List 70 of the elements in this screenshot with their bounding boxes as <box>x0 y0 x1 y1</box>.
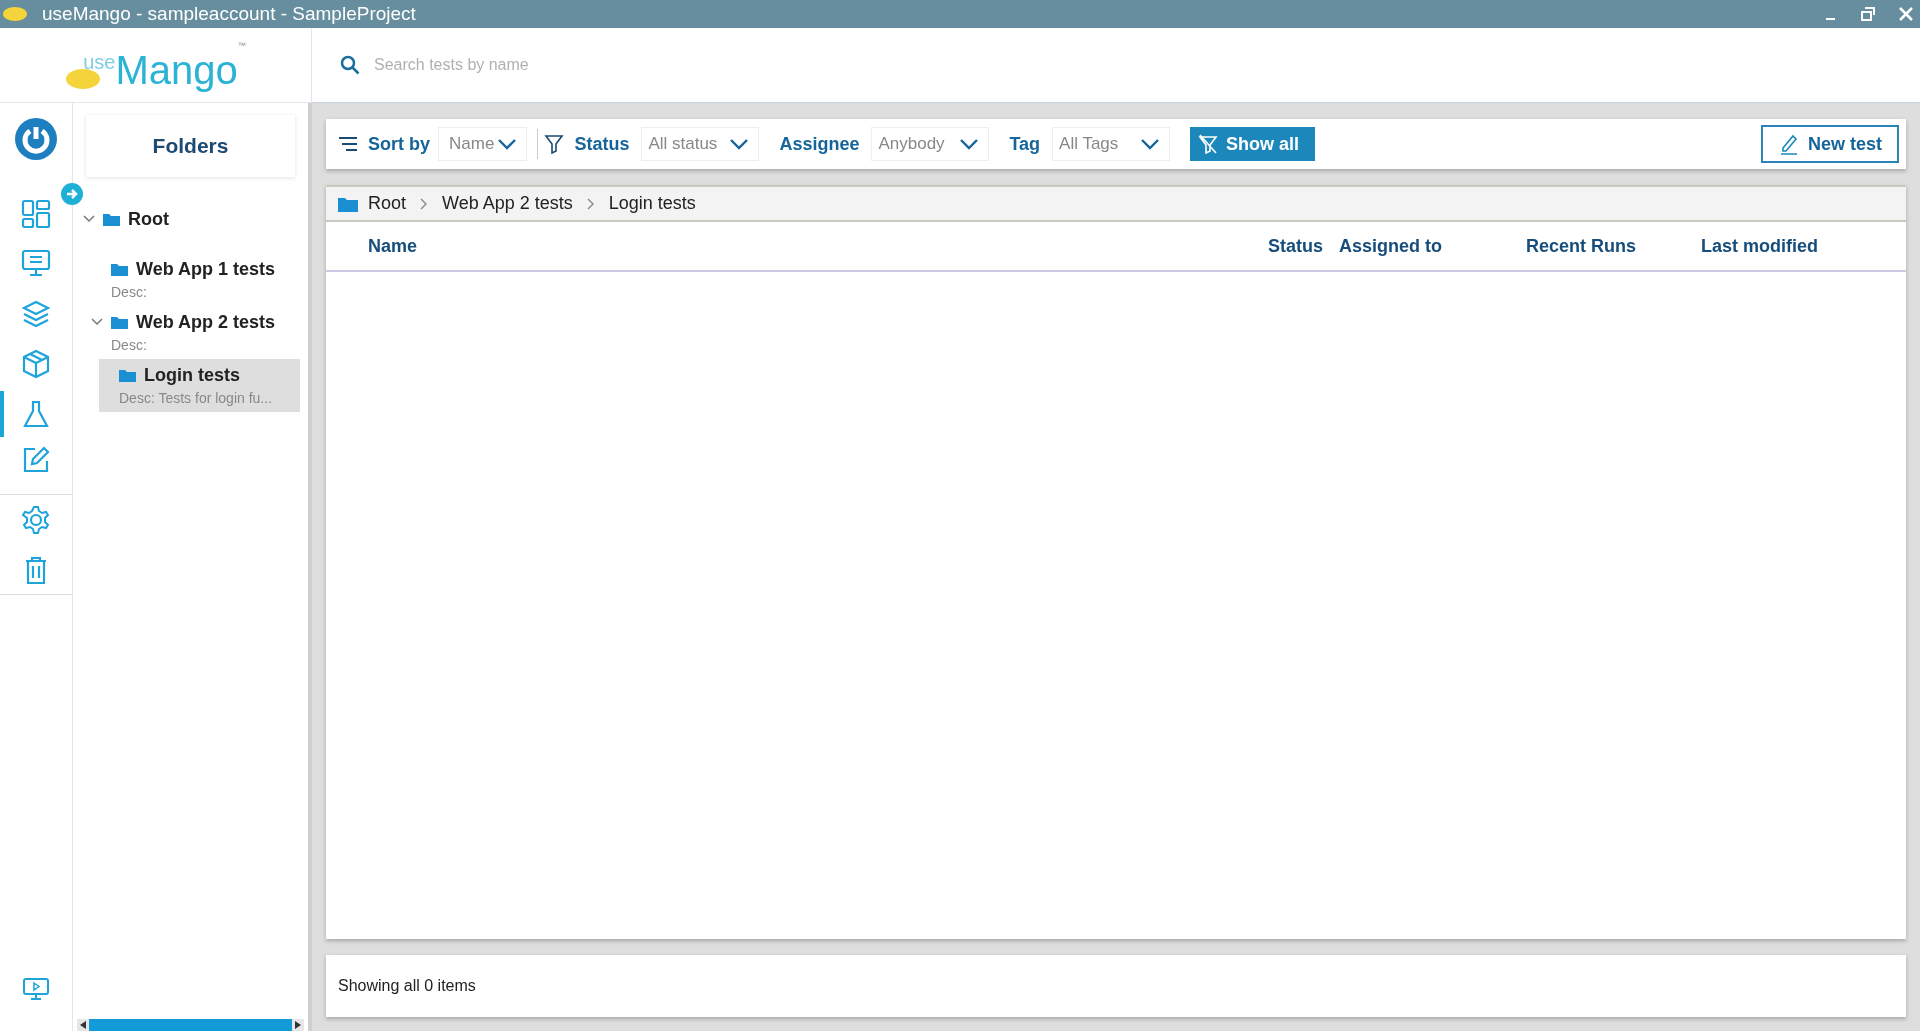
item-count-text: Showing all 0 items <box>338 976 476 996</box>
folder-tree-item[interactable]: Root <box>83 203 300 235</box>
folders-header: Folders <box>86 115 295 177</box>
sort-dropdown[interactable]: Name <box>438 127 528 161</box>
caret-icon <box>960 138 979 150</box>
layers-icon <box>21 299 51 329</box>
flask-icon <box>21 399 51 429</box>
chevron-down-icon <box>91 318 103 326</box>
column-header[interactable]: Last modified <box>1693 232 1906 260</box>
folder-description: Desc: Tests for login fu... <box>119 389 274 408</box>
folder-tree-item[interactable]: Web App 1 tests Desc: <box>91 253 300 306</box>
folder-name: Web App 2 tests <box>136 310 276 334</box>
scroll-left-icon[interactable] <box>80 1021 86 1029</box>
logo-text: Mango <box>115 50 238 90</box>
column-header[interactable]: Assigned to <box>1331 232 1518 260</box>
filter-label: Status <box>574 132 630 156</box>
filter-off-icon <box>1198 134 1219 154</box>
sort-icon[interactable] <box>338 136 358 152</box>
column-header[interactable]: Name <box>326 232 1258 260</box>
breadcrumb-link[interactable]: Login tests <box>608 190 696 217</box>
folder-icon <box>111 262 128 276</box>
filter-dropdown[interactable]: Anybody <box>871 127 990 161</box>
folder-description: Desc: <box>111 336 148 355</box>
folder-icon <box>119 368 136 382</box>
power-icon[interactable] <box>14 117 58 161</box>
scroll-right-icon[interactable] <box>295 1021 301 1029</box>
breadcrumb-link[interactable]: Root <box>368 190 407 217</box>
folder-tree-item[interactable]: Web App 2 tests Desc: <box>91 306 300 359</box>
show-all-button[interactable]: Show all <box>1190 127 1316 161</box>
window-title: useMango - sampleaccount - SampleProject <box>42 1 416 26</box>
mango-icon <box>65 68 102 90</box>
search-field[interactable]: Search tests by name <box>374 53 940 77</box>
folder-name: Web App 1 tests <box>136 257 276 281</box>
chevron-right-icon <box>420 197 429 210</box>
new-test-button[interactable]: New test <box>1761 125 1899 163</box>
chevron-right-icon <box>586 197 595 210</box>
filter-dropdown[interactable]: All Tags <box>1052 127 1171 161</box>
presentation-icon[interactable] <box>22 977 50 1001</box>
restore-icon[interactable] <box>1860 6 1876 22</box>
cube-icon <box>21 349 51 379</box>
column-header[interactable]: Recent Runs <box>1518 232 1693 260</box>
chevron-down-icon <box>83 215 95 223</box>
column-header[interactable]: Status <box>1258 232 1331 260</box>
mango-icon <box>2 5 28 23</box>
caret-icon <box>1141 138 1160 150</box>
settings-icon <box>21 505 51 535</box>
search-icon <box>340 55 360 75</box>
logo-text: use <box>83 52 116 72</box>
sort-label: Sort by <box>368 132 430 156</box>
monitor-icon <box>21 249 51 279</box>
close-icon[interactable] <box>1898 6 1914 22</box>
breadcrumb-link[interactable]: Web App 2 tests <box>442 190 573 217</box>
pencil-icon <box>1778 133 1800 155</box>
folder-name: Root <box>128 207 169 231</box>
caret-icon <box>730 138 749 150</box>
folder-icon <box>338 195 358 212</box>
filter-icon[interactable] <box>544 134 565 154</box>
folder-tree-item[interactable]: Login tests Desc: Tests for login fu... <box>99 359 300 412</box>
edit-icon <box>21 445 51 475</box>
filter-dropdown[interactable]: All status <box>641 127 760 161</box>
horizontal-scrollbar[interactable] <box>77 1019 304 1031</box>
caret-icon <box>498 138 517 150</box>
trademark-text: ™ <box>237 40 246 52</box>
folder-description: Desc: <box>111 283 148 302</box>
folder-icon <box>111 315 128 329</box>
folder-name: Login tests <box>144 363 240 387</box>
filter-label: Tag <box>1009 132 1041 156</box>
filter-label: Assignee <box>779 132 860 156</box>
dashboard-icon <box>21 199 51 229</box>
folder-icon <box>103 212 120 226</box>
